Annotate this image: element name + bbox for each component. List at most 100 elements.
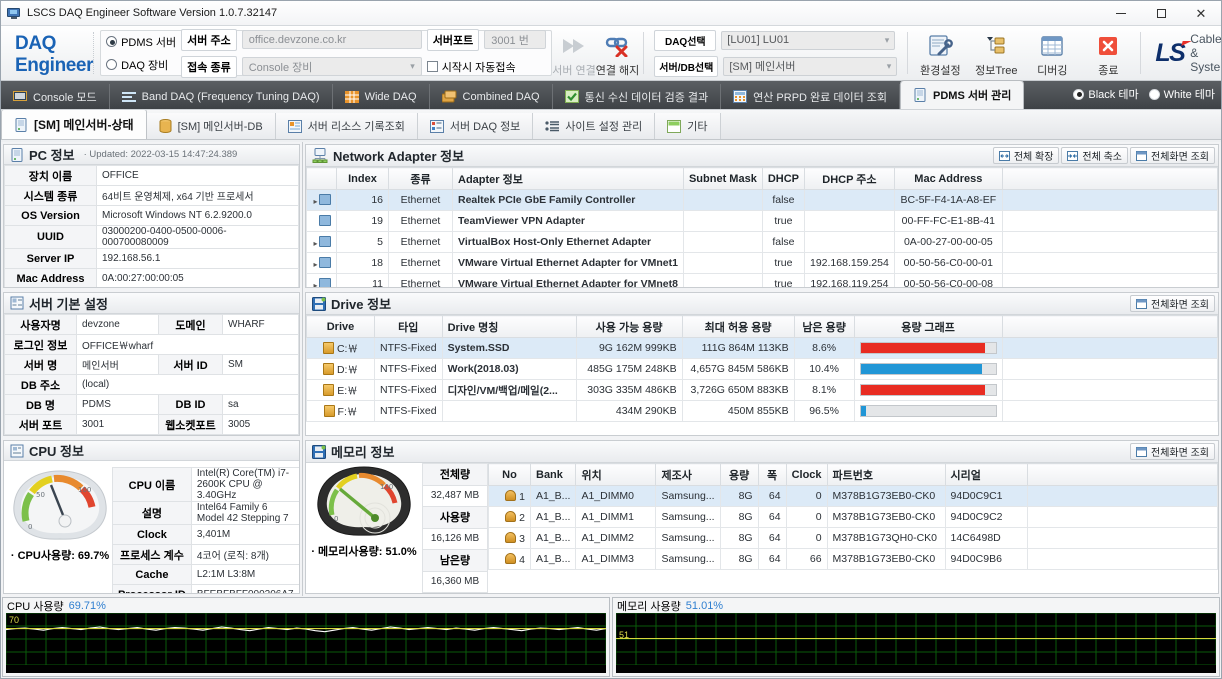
- table-row[interactable]: F:￦ NTFS-Fixed 434M 290KB 450M 855KB 96.…: [306, 400, 1218, 422]
- row-expander[interactable]: ▸: [306, 273, 337, 287]
- tab-combined-daq[interactable]: Combined DAQ: [430, 84, 553, 109]
- subtab-main-server-db[interactable]: [SM] 메인서버-DB: [146, 113, 276, 139]
- table-row[interactable]: 1 A1_B... A1_DIMM0 Samsung... 8G 64 0 M3…: [488, 485, 1218, 507]
- row-expander[interactable]: ▸: [306, 231, 337, 253]
- tab-pdms-server-admin[interactable]: PDMS 서버 관리: [900, 80, 1025, 109]
- col-subnet[interactable]: Subnet Mask: [682, 167, 763, 190]
- cell-loc: A1_DIMM1: [575, 506, 657, 528]
- exit-button[interactable]: 종료: [1080, 29, 1136, 78]
- minimize-button[interactable]: [1101, 1, 1141, 26]
- col-dhcp[interactable]: DHCP: [761, 167, 806, 190]
- settings-list-icon: [545, 120, 560, 131]
- table-row[interactable]: 2 A1_B... A1_DIMM1 Samsung... 8G 64 0 M3…: [488, 506, 1218, 528]
- table-row[interactable]: 3 A1_B... A1_DIMM2 Samsung... 8G 64 0 M3…: [488, 527, 1218, 549]
- connection-type-label: 접속 종류: [181, 55, 237, 78]
- daq-select-dropdown[interactable]: [LU01] LU01 ▾: [721, 30, 896, 50]
- autoconnect-checkbox[interactable]: 시작시 자동접속: [426, 59, 516, 75]
- col-drive[interactable]: Drive: [306, 315, 375, 338]
- capacity-bar: [859, 405, 997, 417]
- col-maker[interactable]: 제조사: [655, 463, 721, 486]
- col-adapter[interactable]: Adapter 정보: [452, 167, 684, 190]
- radio-white-theme[interactable]: White 테마: [1148, 86, 1215, 102]
- debug-button[interactable]: 디버깅: [1024, 29, 1080, 78]
- table-row[interactable]: 4 A1_B... A1_DIMM3 Samsung... 8G 64 66 M…: [488, 548, 1218, 570]
- server-port-input[interactable]: 3001 번: [484, 30, 547, 49]
- table-row: 전체량: [422, 463, 488, 486]
- memory-info-panel: 메모리 정보 전체화면 조회 0 100 · 메모리사용량: 51.0% 전체량…: [305, 440, 1219, 594]
- col-type[interactable]: 종류: [388, 167, 453, 190]
- row-expander[interactable]: ▸: [306, 189, 337, 211]
- subtab-main-server-status[interactable]: [SM] 메인서버-상태: [1, 109, 147, 139]
- row-key-2: 도메인: [158, 314, 223, 335]
- info-tree-button[interactable]: 정보Tree: [968, 29, 1024, 78]
- subtab-resource-history[interactable]: 서버 리소스 기록조회: [275, 113, 418, 139]
- row-expander[interactable]: ▸: [306, 252, 337, 274]
- app-icon: [7, 6, 21, 20]
- settings-button[interactable]: 환경설정: [912, 29, 968, 78]
- drive-info-panel: Drive 정보 전체화면 조회 Drive 타입 Drive 명칭 사용 가능…: [305, 292, 1219, 436]
- table-row[interactable]: ▸ 18 Ethernet VMware Virtual Ethernet Ad…: [306, 252, 1218, 274]
- maximize-button[interactable]: [1141, 1, 1181, 26]
- cell-total: 111G 864M 113KB: [681, 337, 795, 359]
- col-mac[interactable]: Mac Address: [893, 167, 1003, 190]
- col-name[interactable]: Drive 명칭: [441, 315, 577, 338]
- tab-band-daq[interactable]: Band DAQ (Frequency Tuning DAQ): [110, 84, 333, 109]
- table-row: 남은량: [422, 549, 488, 572]
- tab-prpd-data[interactable]: 연산 PRPD 완료 데이터 조회: [721, 84, 901, 109]
- col-loc[interactable]: 위치: [575, 463, 657, 486]
- close-button[interactable]: ✕: [1181, 1, 1221, 26]
- table-row[interactable]: E:￦ NTFS-Fixed 디자인/VM/백업/메일(2... 303G 33…: [306, 379, 1218, 401]
- radio-daq-device[interactable]: DAQ 장비: [106, 57, 176, 73]
- cell-index: 19: [336, 210, 389, 232]
- tab-console-mode[interactable]: Console 모드: [1, 84, 110, 109]
- server-disconnect-button[interactable]: 연결 해지: [596, 28, 639, 78]
- col-total[interactable]: 최대 허용 용량: [681, 315, 795, 338]
- server-connect-button[interactable]: 서버 연결: [552, 28, 596, 78]
- memory-plot: 51: [616, 613, 1216, 673]
- cell-part: M378B1G73EB0-CK0: [826, 506, 946, 528]
- table-row[interactable]: 19 Ethernet TeamViewer VPN Adapter true …: [306, 210, 1218, 232]
- table-row[interactable]: ▸ 5 Ethernet VirtualBox Host-Only Ethern…: [306, 231, 1218, 253]
- pc-info-title: PC 정보: [29, 148, 75, 163]
- subtab-server-daq-info[interactable]: 서버 DAQ 정보: [417, 113, 534, 139]
- col-clock[interactable]: Clock: [785, 463, 828, 486]
- col-bank[interactable]: Bank: [529, 463, 577, 486]
- col-part[interactable]: 파트번호: [826, 463, 946, 486]
- cell-filler: [1001, 231, 1218, 253]
- pc-icon: [11, 147, 23, 162]
- subtab-others[interactable]: 기타: [655, 113, 721, 139]
- cell-subnet: [682, 273, 763, 287]
- subtab-site-settings[interactable]: 사이트 설정 관리: [533, 113, 656, 139]
- col-pct[interactable]: 남은 용량: [793, 315, 855, 338]
- col-no[interactable]: No: [488, 463, 531, 486]
- col-size[interactable]: 용량: [719, 463, 759, 486]
- table-row[interactable]: ▸ 16 Ethernet Realtek PCIe GbE Family Co…: [306, 189, 1218, 211]
- expand-all-button[interactable]: 전체 확장: [992, 147, 1060, 164]
- radio-pdms-server[interactable]: PDMS 서버: [106, 34, 176, 50]
- col-dhcp-addr[interactable]: DHCP 주소: [804, 167, 895, 190]
- col-bar[interactable]: 용량 그래프: [853, 315, 1003, 338]
- tab-comm-verify[interactable]: 통신 수신 데이터 검증 결과: [553, 84, 722, 109]
- col-width[interactable]: 폭: [757, 463, 787, 486]
- connection-type-select[interactable]: Console 장비 ▾: [241, 57, 422, 76]
- col-expand[interactable]: [306, 167, 337, 190]
- exit-label: 종료: [1098, 64, 1119, 77]
- svg-text:0: 0: [28, 523, 32, 531]
- radio-black-theme[interactable]: Black 테마: [1073, 86, 1139, 102]
- drive-fullscreen-button[interactable]: 전체화면 조회: [1130, 295, 1215, 312]
- server-address-input[interactable]: office.devzone.co.kr: [241, 30, 422, 49]
- col-index[interactable]: Index: [336, 167, 389, 190]
- tab-label: PDMS 서버 관리: [933, 90, 1012, 102]
- col-serial[interactable]: 시리얼: [944, 463, 1028, 486]
- memory-fullscreen-button[interactable]: 전체화면 조회: [1130, 443, 1215, 460]
- collapse-all-button[interactable]: 전체 축소: [1061, 147, 1129, 164]
- table-row[interactable]: D:￦ NTFS-Fixed Work(2018.03) 485G 175M 2…: [306, 358, 1218, 380]
- fullscreen-view-button[interactable]: 전체화면 조회: [1130, 147, 1215, 164]
- table-row[interactable]: ▸ 11 Ethernet VMware Virtual Ethernet Ad…: [306, 273, 1218, 287]
- col-type[interactable]: 타입: [374, 315, 443, 338]
- row-expander[interactable]: [306, 210, 337, 232]
- table-row[interactable]: C:￦ NTFS-Fixed System.SSD 9G 162M 999KB …: [306, 337, 1218, 359]
- col-free[interactable]: 사용 가능 용량: [575, 315, 683, 338]
- db-select-dropdown[interactable]: [SM] 메인서버 ▾: [723, 56, 898, 76]
- tab-wide-daq[interactable]: Wide DAQ: [333, 84, 430, 109]
